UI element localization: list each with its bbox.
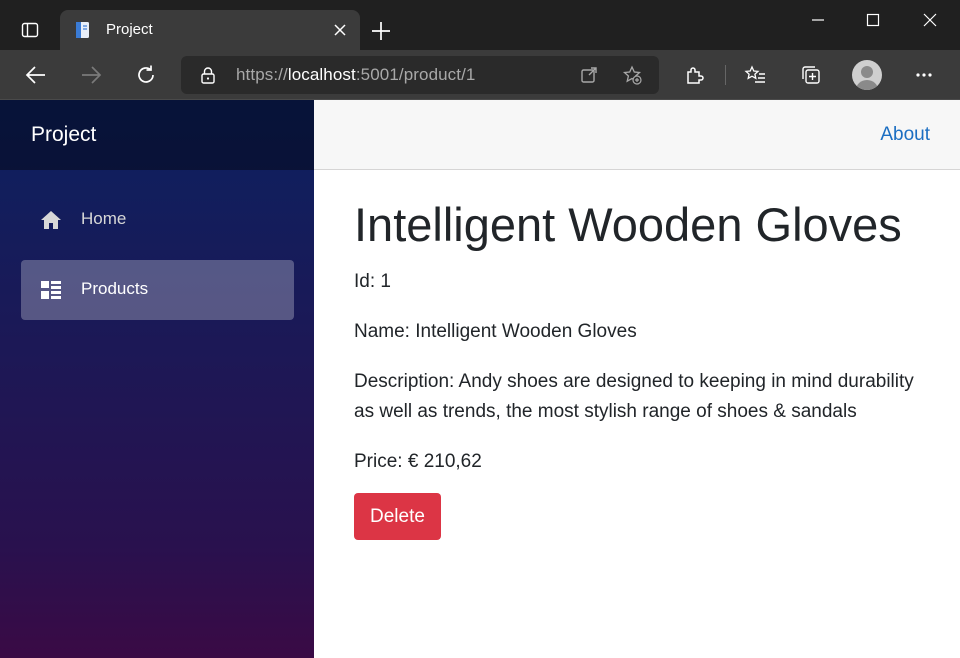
close-window-icon (923, 13, 937, 27)
favorites-button[interactable] (741, 61, 769, 89)
browser-toolbar: https://localhost:5001/product/1 (0, 50, 960, 100)
sidebar-item-products[interactable]: Products (21, 260, 294, 320)
back-arrow-icon (25, 66, 45, 84)
close-tab-icon[interactable] (332, 22, 348, 38)
minimize-button[interactable] (803, 8, 833, 32)
favorites-icon (744, 65, 765, 83)
forward-button[interactable] (77, 61, 105, 89)
close-window-button[interactable] (915, 8, 945, 32)
page-favicon-icon (76, 22, 89, 38)
sidebar: Project Home Products (0, 100, 314, 658)
forward-arrow-icon (82, 66, 102, 84)
tab-actions-button[interactable] (10, 12, 50, 48)
collections-button[interactable] (797, 61, 825, 89)
app-viewport: Project Home Products About Intelligent … (0, 100, 960, 658)
brand-link[interactable]: Project (31, 123, 96, 147)
product-name: Name: Intelligent Wooden Gloves (354, 321, 637, 342)
sidebar-item-label: Home (81, 209, 127, 228)
home-icon (41, 211, 61, 229)
product-description: Description: Andy shoes are designed to … (354, 371, 914, 422)
extensions-button[interactable] (680, 61, 708, 89)
puzzle-icon (687, 67, 704, 84)
url-path: :5001/product/1 (355, 65, 476, 84)
top-row: About (314, 100, 960, 170)
sidebar-item-label: Products (81, 279, 149, 298)
tab-title: Project (106, 21, 153, 38)
product-id: Id: 1 (354, 271, 391, 292)
maximize-button[interactable] (858, 8, 888, 32)
browser-titlebar: Project (0, 0, 960, 50)
refresh-button[interactable] (132, 61, 160, 89)
brand-bar: Project (0, 100, 314, 170)
minimize-icon (812, 19, 824, 21)
refresh-icon (138, 65, 154, 83)
profile-avatar[interactable] (852, 60, 882, 90)
page-title: Intelligent Wooden Gloves (354, 198, 902, 251)
user-icon (856, 66, 878, 90)
back-button[interactable] (22, 61, 50, 89)
delete-button[interactable]: Delete (354, 493, 441, 540)
toolbar-separator (725, 65, 726, 85)
product-price: Price: € 210,62 (354, 451, 482, 472)
collections-icon (802, 66, 820, 84)
list-icon (41, 281, 61, 299)
about-link[interactable]: About (880, 124, 930, 146)
lock-icon[interactable] (199, 66, 217, 84)
tab-actions-icon (21, 22, 39, 38)
address-bar[interactable]: https://localhost:5001/product/1 (181, 56, 659, 94)
more-icon (916, 73, 932, 77)
browser-tab[interactable]: Project (60, 10, 360, 50)
product-detail: Intelligent Wooden Gloves Id: 1 Name: In… (354, 194, 924, 540)
url-host: localhost (287, 65, 356, 84)
url-scheme: https:// (236, 65, 288, 84)
settings-more-button[interactable] (910, 61, 938, 89)
url-text: https://localhost:5001/product/1 (236, 65, 475, 85)
open-in-app-icon[interactable] (579, 65, 599, 85)
new-tab-icon[interactable] (370, 20, 392, 42)
maximize-icon (866, 13, 880, 27)
add-favorite-icon[interactable] (622, 65, 642, 85)
sidebar-item-home[interactable]: Home (21, 190, 294, 250)
